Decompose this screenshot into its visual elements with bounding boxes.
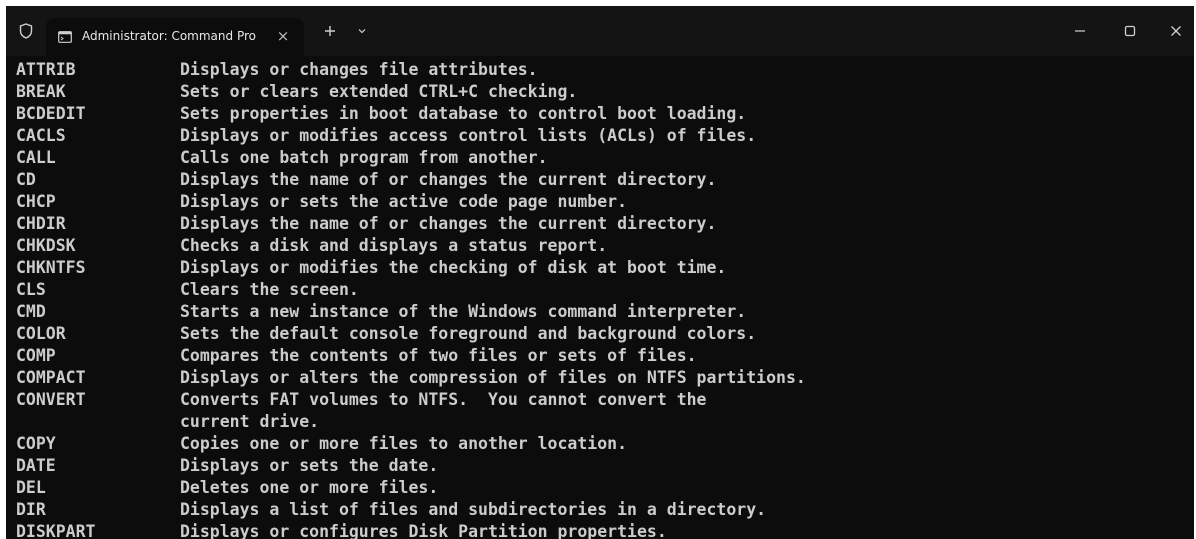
close-icon[interactable]: ×	[274, 27, 292, 45]
command-description: Copies one or more files to another loca…	[180, 434, 628, 453]
command-description: Checks a disk and displays a status repo…	[180, 236, 608, 255]
command-description: Displays or sets the date.	[180, 456, 439, 475]
command-name: CHCP	[16, 192, 56, 211]
command-description: Displays or modifies access control list…	[180, 126, 757, 145]
command-name: BCDEDIT	[16, 104, 86, 123]
maximize-icon[interactable]	[1119, 20, 1141, 42]
command-name: DISKPART	[16, 522, 96, 539]
command-name: CONVERT	[16, 390, 86, 409]
command-name: COLOR	[16, 324, 66, 343]
command-description: Sets or clears extended CTRL+C checking.	[180, 82, 578, 101]
command-description: Displays or sets the active code page nu…	[180, 192, 628, 211]
command-description: Displays or modifies the checking of dis…	[180, 258, 727, 277]
command-name: CALL	[16, 148, 56, 167]
command-description: Converts FAT volumes to NTFS. You cannot…	[180, 390, 707, 409]
command-name: CHKNTFS	[16, 258, 86, 277]
command-description: Deletes one or more files.	[180, 478, 439, 497]
terminal-window: Administrator: Command Pro × ATTRIB Displ…	[6, 6, 1194, 539]
command-description: Displays the name of or changes the curr…	[180, 214, 717, 233]
command-name: CACLS	[16, 126, 66, 145]
minimize-icon[interactable]	[1069, 20, 1091, 42]
title-bar: Administrator: Command Pro ×	[6, 6, 1194, 56]
chevron-down-icon[interactable]	[351, 20, 373, 42]
plus-icon[interactable]	[319, 20, 341, 42]
command-name: ATTRIB	[16, 60, 76, 79]
command-description: Sets properties in boot database to cont…	[180, 104, 747, 123]
command-description: Displays or configures Disk Partition pr…	[180, 522, 667, 539]
command-description: Compares the contents of two files or se…	[180, 346, 697, 365]
terminal-output[interactable]: ATTRIB Displays or changes file attribute…	[6, 56, 1194, 539]
command-name: CMD	[16, 302, 46, 321]
tab-title: Administrator: Command Pro	[82, 29, 256, 43]
command-description: Displays a list of files and subdirector…	[180, 500, 767, 519]
command-description: Clears the screen.	[180, 280, 359, 299]
command-name: DATE	[16, 456, 56, 475]
command-description: Starts a new instance of the Windows com…	[180, 302, 747, 321]
command-name: CLS	[16, 280, 46, 299]
shield-icon	[18, 23, 34, 39]
command-description: Displays or alters the compression of fi…	[180, 368, 806, 387]
command-description: Calls one batch program from another.	[180, 148, 548, 167]
command-name: DIR	[16, 500, 46, 519]
terminal-tab-icon	[58, 30, 72, 44]
tab-administrator-command-prompt[interactable]: Administrator: Command Pro ×	[46, 18, 304, 56]
command-description: Displays or changes file attributes.	[180, 60, 538, 79]
command-name: BREAK	[16, 82, 66, 101]
command-name: CHDIR	[16, 214, 66, 233]
command-name: COMPACT	[16, 368, 86, 387]
command-name: CD	[16, 170, 36, 189]
command-name: DEL	[16, 478, 46, 497]
command-description: current drive.	[180, 412, 320, 431]
command-description: Sets the default console foreground and …	[180, 324, 757, 343]
command-description: Displays the name of or changes the curr…	[180, 170, 717, 189]
command-name: CHKDSK	[16, 236, 76, 255]
window-close-icon[interactable]	[1165, 20, 1187, 42]
command-name: COPY	[16, 434, 56, 453]
command-name: COMP	[16, 346, 56, 365]
